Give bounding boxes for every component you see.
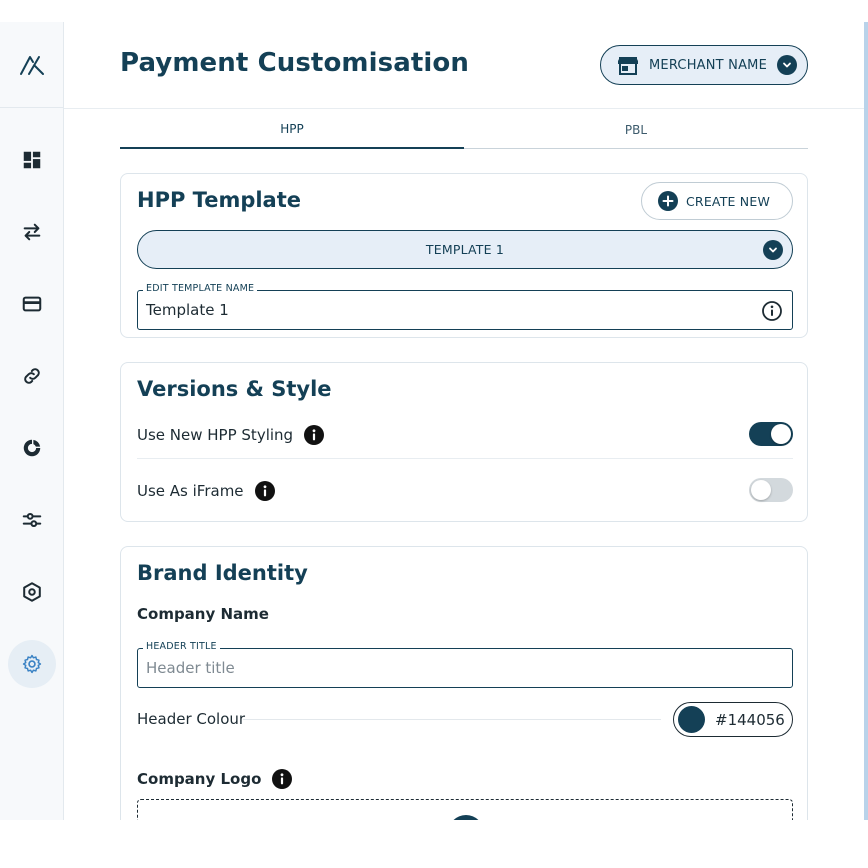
tab-bar: HPP PBL — [120, 110, 808, 149]
edit-template-name-label: EDIT TEMPLATE NAME — [143, 283, 258, 294]
header-title-field[interactable]: HEADER TITLE Header title — [137, 641, 793, 688]
store-icon — [618, 57, 638, 75]
iframe-row: Use As iFrame — [137, 480, 276, 502]
tab-hpp[interactable]: HPP — [120, 110, 464, 149]
logo[interactable] — [0, 22, 63, 108]
sliders-icon — [22, 512, 42, 528]
versions-style-title: Versions & Style — [137, 377, 332, 401]
hexagon-settings-icon — [23, 582, 41, 602]
sidebar-item-transactions[interactable] — [8, 208, 56, 256]
header-title-placeholder: Header title — [146, 659, 235, 677]
company-logo-label: Company Logo — [137, 770, 262, 788]
iframe-label: Use As iFrame — [137, 482, 244, 500]
toggle-knob — [751, 480, 771, 500]
create-new-button[interactable]: CREATE NEW — [641, 182, 793, 220]
credit-card-icon — [22, 296, 42, 312]
divider — [243, 719, 661, 720]
company-logo-heading: Company Logo — [137, 768, 293, 790]
sidebar-item-settings[interactable] — [8, 640, 56, 688]
header-colour-label: Header Colour — [137, 710, 246, 728]
info-outline-icon[interactable] — [761, 300, 783, 322]
page-title: Payment Customisation — [120, 48, 469, 78]
new-hpp-styling-row: Use New HPP Styling — [137, 424, 325, 446]
chevron-down-icon — [777, 55, 797, 75]
merchant-name-label: MERCHANT NAME — [649, 57, 768, 73]
info-icon[interactable] — [271, 768, 293, 790]
create-new-label: CREATE NEW — [686, 193, 771, 209]
donut-chart-icon — [23, 439, 41, 457]
edit-template-name-field[interactable]: EDIT TEMPLATE NAME Template 1 — [137, 283, 793, 330]
hpp-template-title: HPP Template — [137, 188, 302, 212]
template-select[interactable]: TEMPLATE 1 — [137, 230, 793, 269]
link-icon — [24, 368, 40, 384]
header-colour-value: #144056 — [715, 710, 785, 729]
sidebar-item-filters[interactable] — [8, 496, 56, 544]
divider — [137, 458, 793, 459]
header-colour-picker[interactable]: #144056 — [673, 702, 793, 737]
logo-upload-dropzone[interactable] — [137, 799, 793, 820]
hpp-template-card: HPP Template CREATE NEW TEMPLATE 1 EDIT … — [120, 173, 808, 338]
versions-style-card: Versions & Style Use New HPP Styling Use… — [120, 362, 808, 522]
transfer-arrows-icon — [23, 223, 41, 241]
brand-identity-title: Brand Identity — [137, 561, 308, 585]
header-title-label: HEADER TITLE — [143, 641, 220, 652]
colour-swatch — [678, 706, 705, 733]
sidebar-item-cards[interactable] — [8, 280, 56, 328]
new-hpp-styling-label: Use New HPP Styling — [137, 426, 294, 444]
info-icon[interactable] — [254, 480, 276, 502]
new-hpp-styling-toggle[interactable] — [749, 422, 793, 446]
chevron-down-icon — [763, 240, 783, 260]
template-select-value: TEMPLATE 1 — [425, 242, 505, 257]
company-name-heading: Company Name — [137, 605, 269, 623]
tab-pbl[interactable]: PBL — [464, 110, 808, 149]
sidebar-item-links[interactable] — [8, 352, 56, 400]
page-header: Payment Customisation MERCHANT NAME — [64, 22, 864, 109]
edit-template-name-value: Template 1 — [146, 301, 229, 319]
sidebar — [0, 22, 64, 820]
plus-circle-icon — [658, 191, 678, 211]
app-root: Payment Customisation MERCHANT NAME HPP … — [0, 0, 868, 820]
merchant-selector[interactable]: MERCHANT NAME — [600, 45, 808, 85]
sidebar-item-dashboard[interactable] — [8, 136, 56, 184]
toggle-knob — [771, 424, 791, 444]
dashboard-icon — [23, 151, 41, 169]
brand-identity-card: Brand Identity Company Name HEADER TITLE… — [120, 546, 808, 820]
sidebar-item-integrations[interactable] — [8, 568, 56, 616]
upload-icon — [448, 815, 484, 820]
logo-icon — [19, 55, 44, 75]
scrollbar[interactable] — [864, 22, 868, 820]
iframe-toggle[interactable] — [749, 478, 793, 502]
info-icon[interactable] — [303, 424, 325, 446]
sidebar-item-reports[interactable] — [8, 424, 56, 472]
gear-icon — [22, 654, 42, 674]
